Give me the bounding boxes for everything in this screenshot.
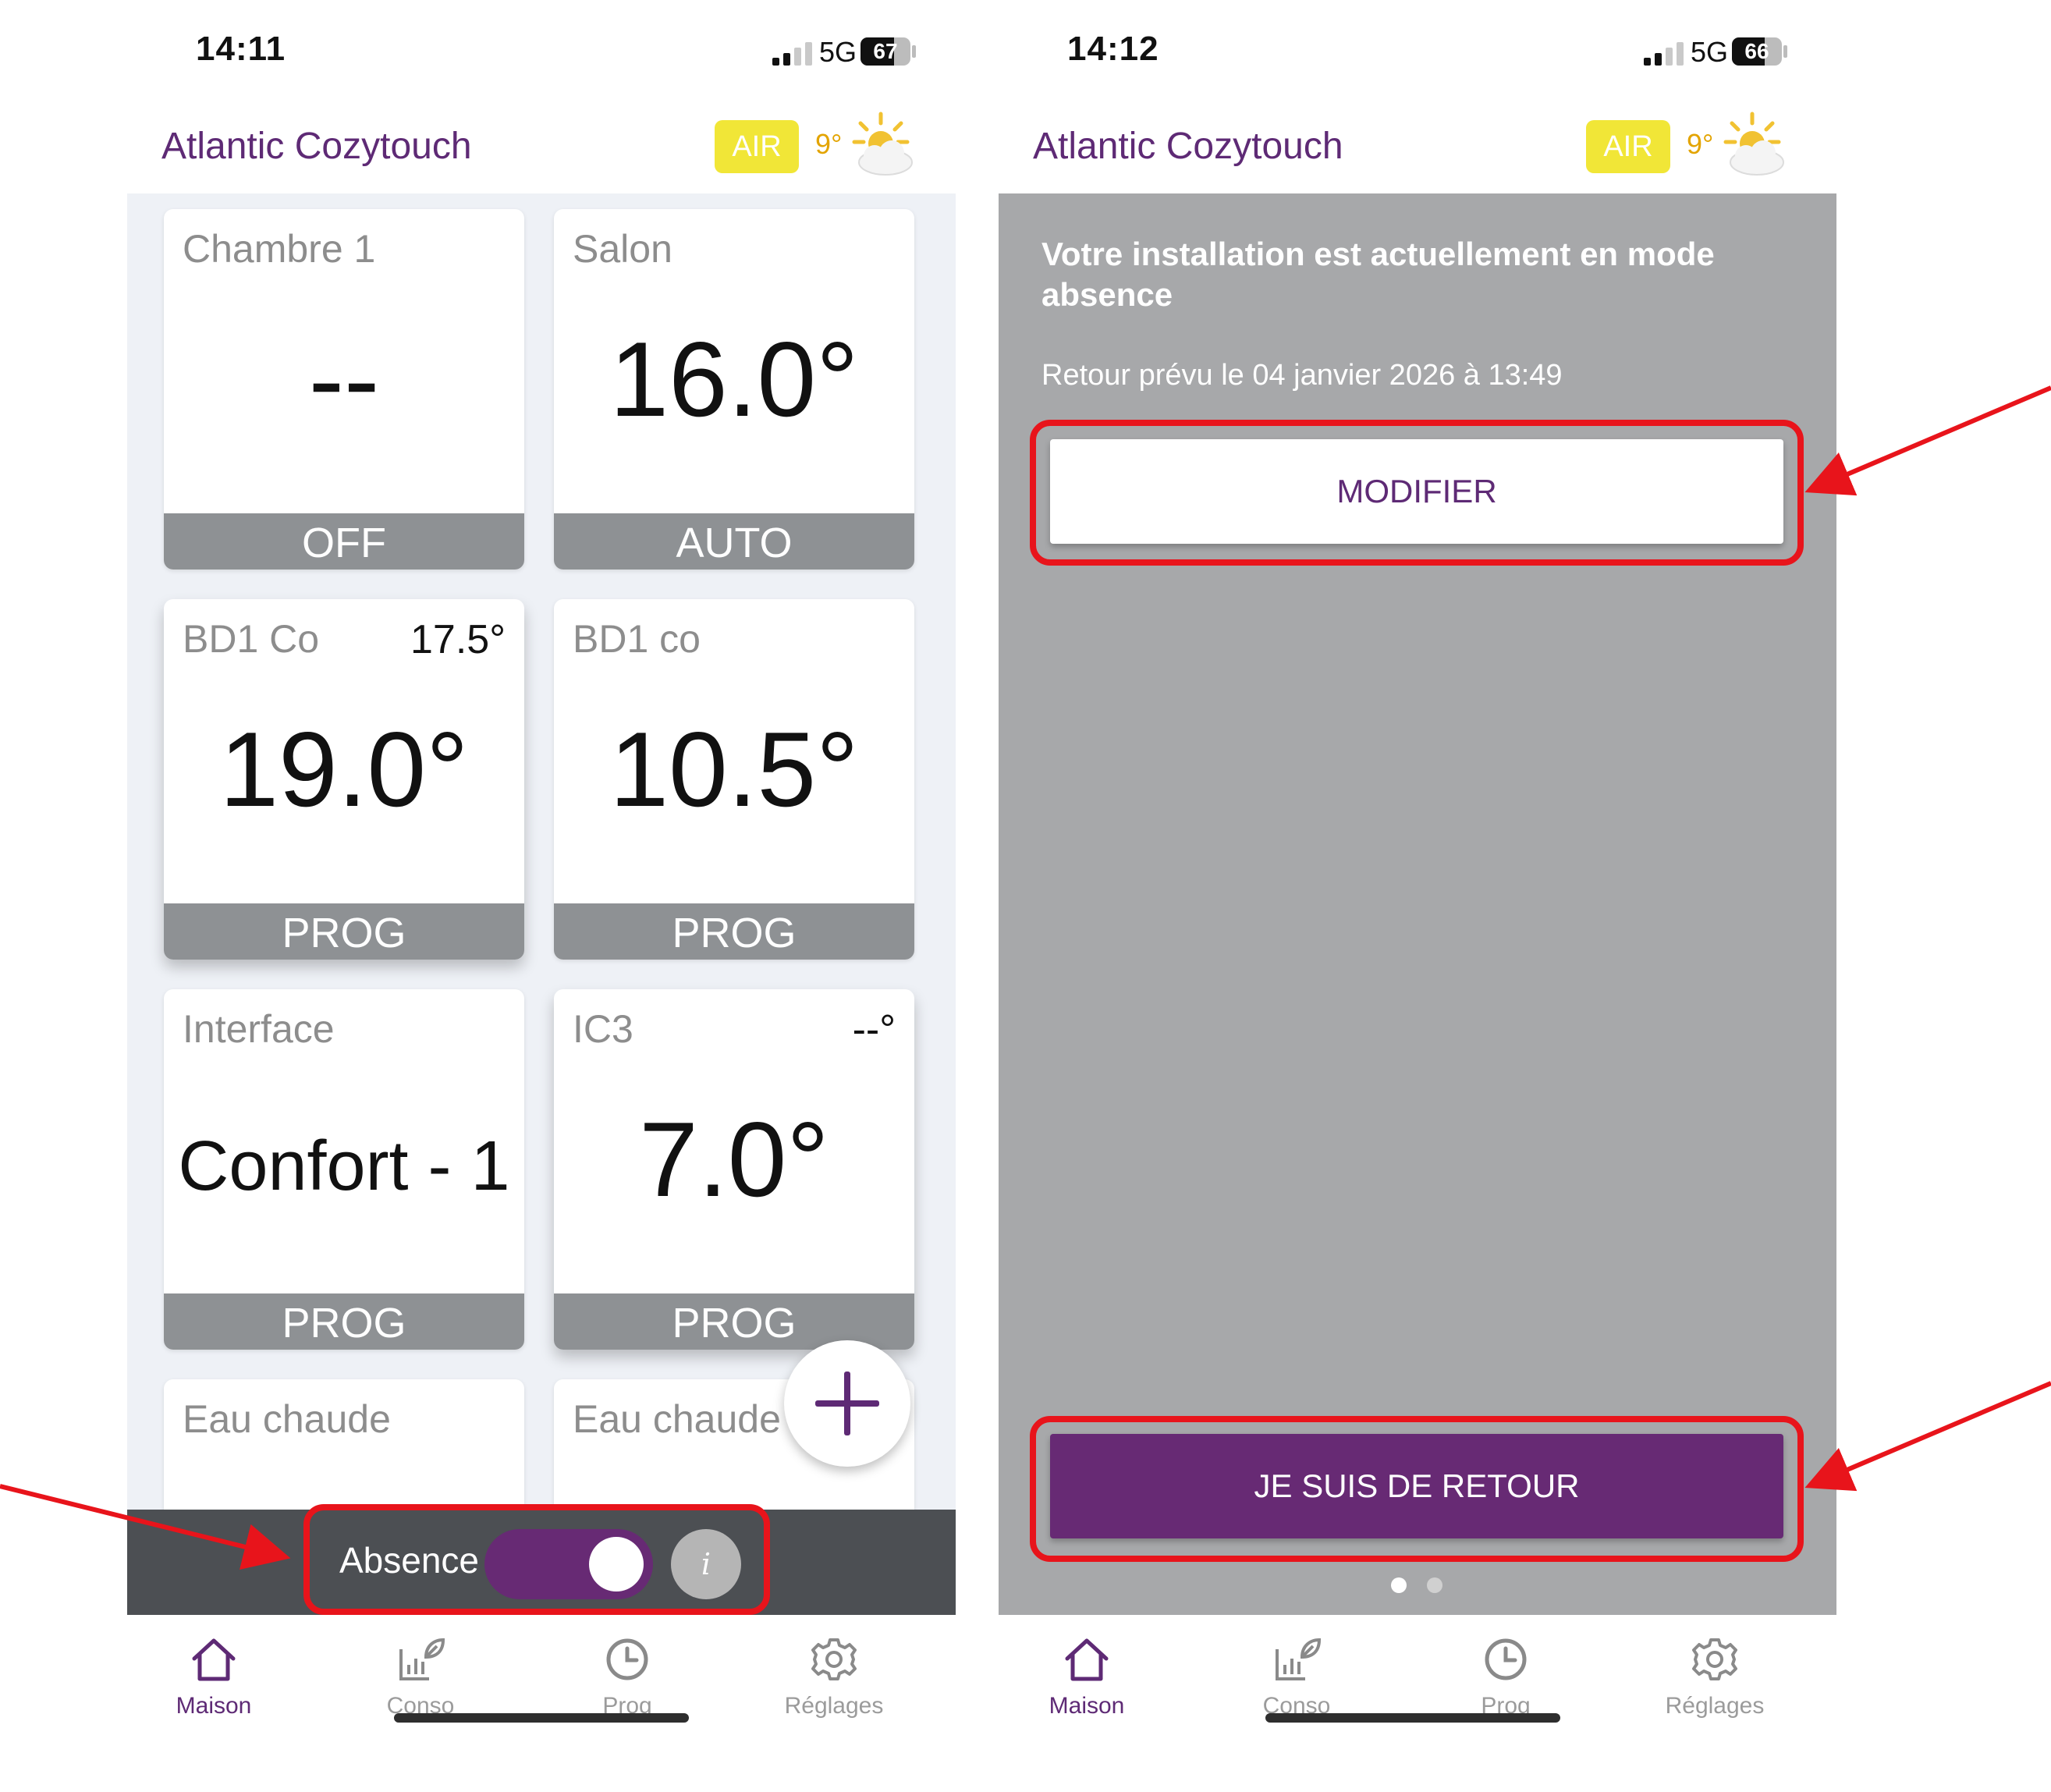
room-mode: PROG xyxy=(554,903,914,960)
tab-conso[interactable]: Conso xyxy=(342,1634,499,1719)
battery-cap xyxy=(912,45,916,58)
air-quality-badge[interactable]: AIR xyxy=(1586,120,1670,173)
room-tile-bd1-co-2[interactable]: BD1 co 10.5° PROG xyxy=(554,599,914,960)
page-dot-active xyxy=(1391,1577,1407,1593)
network-type: 5G xyxy=(1691,36,1729,68)
consumption-chart-icon xyxy=(399,1638,445,1680)
room-tile-eau-chaude[interactable]: Eau chaude xyxy=(164,1379,524,1510)
gear-icon xyxy=(1692,1638,1737,1680)
tab-conso[interactable]: Conso xyxy=(1219,1634,1375,1719)
room-tile-salon[interactable]: Salon 16.0° AUTO xyxy=(554,209,914,570)
home-indicator xyxy=(1265,1713,1560,1723)
clock-icon xyxy=(606,1638,648,1680)
sun-cloud-icon xyxy=(852,112,913,176)
status-time: 14:12 xyxy=(1067,30,1159,68)
room-temperature: 7.0° xyxy=(639,1100,829,1219)
app-header: Atlantic Cozytouch AIR 9° xyxy=(999,109,1841,193)
battery-level: 66 xyxy=(1744,39,1769,63)
battery-icon: 67 xyxy=(860,37,910,66)
air-quality-badge[interactable]: AIR xyxy=(715,120,799,173)
tab-label: Maison xyxy=(176,1693,252,1719)
page-dot xyxy=(1427,1577,1442,1593)
status-bar: 14:12 5G 66 xyxy=(999,0,1841,109)
tab-prog[interactable]: Prog xyxy=(1428,1634,1584,1719)
room-mode: OFF xyxy=(164,513,524,570)
signal-icon xyxy=(772,41,813,66)
arrow-to-back-button xyxy=(1804,1381,2051,1492)
app-title: Atlantic Cozytouch xyxy=(161,126,472,167)
highlight-modify-button xyxy=(1030,420,1804,566)
room-tile-interface[interactable]: Interface Confort - 1 PROG xyxy=(164,989,524,1350)
tab-label: Réglages xyxy=(1665,1693,1765,1719)
room-temperature: -- xyxy=(308,320,380,438)
outdoor-temperature: 9° xyxy=(1687,128,1714,160)
highlight-back-button xyxy=(1030,1416,1804,1562)
outdoor-temperature: 9° xyxy=(815,128,843,160)
room-temperature: Confort - 1 xyxy=(178,1127,510,1205)
room-name: Chambre 1 xyxy=(183,227,376,271)
room-name: Eau chaude xyxy=(183,1397,391,1441)
room-temperature: 19.0° xyxy=(219,710,469,829)
tab-bar: Maison Conso Prog Réglages xyxy=(127,1615,970,1792)
tab-maison[interactable]: Maison xyxy=(1009,1634,1165,1719)
gear-icon xyxy=(811,1638,857,1680)
tab-reglages[interactable]: Réglages xyxy=(1637,1634,1793,1719)
battery-level: 67 xyxy=(873,39,898,63)
room-tile-ic3[interactable]: IC3 --° 7.0° PROG xyxy=(554,989,914,1350)
room-mode: AUTO xyxy=(554,513,914,570)
room-temperature: 10.5° xyxy=(609,710,859,829)
return-date: Retour prévu le 04 janvier 2026 à 13:49 xyxy=(1041,359,1563,392)
battery-icon: 66 xyxy=(1732,37,1782,66)
rooms-grid: Chambre 1 -- OFF Salon 16.0° AUTO BD1 Co… xyxy=(127,193,956,1510)
add-button[interactable] xyxy=(784,1340,910,1467)
arrow-to-modify-button xyxy=(1804,385,2051,496)
page-indicator[interactable] xyxy=(1391,1577,1446,1593)
tab-reglages[interactable]: Réglages xyxy=(756,1634,912,1719)
room-mode: PROG xyxy=(164,1293,524,1350)
room-name: Eau chaude xyxy=(573,1397,781,1441)
room-name: Interface xyxy=(183,1007,335,1051)
tab-bar: Maison Conso Prog Réglages xyxy=(999,1615,1841,1792)
room-temperature: 16.0° xyxy=(609,320,859,438)
clock-icon xyxy=(1485,1638,1527,1680)
home-indicator xyxy=(394,1713,689,1723)
app-title: Atlantic Cozytouch xyxy=(1033,126,1343,167)
network-type: 5G xyxy=(819,36,857,68)
room-tile-chambre-1[interactable]: Chambre 1 -- OFF xyxy=(164,209,524,570)
room-name: IC3 xyxy=(573,1007,633,1051)
signal-icon xyxy=(1644,41,1684,66)
battery-cap xyxy=(1783,45,1787,58)
room-setpoint: --° xyxy=(852,1007,896,1052)
tab-maison[interactable]: Maison xyxy=(136,1634,292,1719)
sun-cloud-icon xyxy=(1723,112,1784,176)
highlight-absence-toggle xyxy=(303,1504,770,1615)
tab-label: Réglages xyxy=(784,1693,884,1719)
room-tile-bd1-co[interactable]: BD1 Co 17.5° 19.0° PROG xyxy=(164,599,524,960)
status-bar: 14:11 5G 67 xyxy=(127,0,970,109)
room-name: BD1 Co xyxy=(183,617,320,661)
tab-prog[interactable]: Prog xyxy=(549,1634,705,1719)
absence-mode-panel: Votre installation est actuellement en m… xyxy=(999,193,1836,1615)
room-name: Salon xyxy=(573,227,672,271)
app-header: Atlantic Cozytouch AIR 9° xyxy=(127,109,970,193)
house-icon xyxy=(192,1638,236,1681)
status-time: 14:11 xyxy=(196,30,286,68)
absence-title: Votre installation est actuellement en m… xyxy=(1041,236,1715,313)
room-mode: PROG xyxy=(164,903,524,960)
consumption-chart-icon xyxy=(1276,1638,1322,1680)
tab-label: Maison xyxy=(1049,1693,1125,1719)
room-name: BD1 co xyxy=(573,617,701,661)
room-setpoint: 17.5° xyxy=(410,617,506,662)
house-icon xyxy=(1065,1638,1109,1681)
